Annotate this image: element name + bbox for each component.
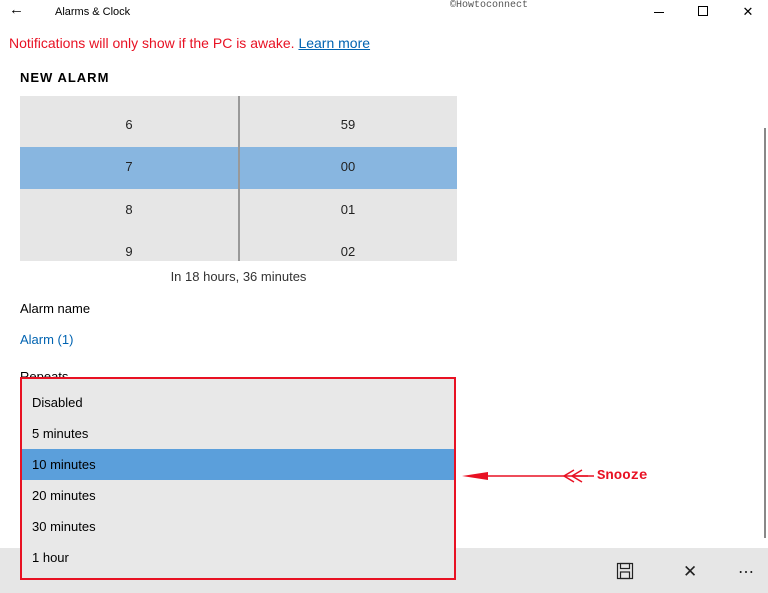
- repeats-label: Repeats: [20, 369, 69, 377]
- time-picker[interactable]: 6 7 8 9 59 00 01 02: [20, 96, 457, 261]
- time-until-alarm: In 18 hours, 36 minutes: [170, 269, 307, 284]
- awake-notice: Notifications will only show if the PC i…: [9, 35, 370, 51]
- maximize-icon[interactable]: [693, 4, 713, 20]
- minimize-icon[interactable]: [649, 4, 669, 20]
- hour-option[interactable]: 6: [20, 117, 238, 132]
- save-icon[interactable]: [616, 562, 634, 585]
- snooze-option[interactable]: Disabled: [22, 387, 454, 418]
- snooze-option[interactable]: 5 minutes: [22, 418, 454, 449]
- snooze-option[interactable]: 1 hour: [22, 542, 454, 573]
- minute-option[interactable]: 59: [239, 117, 457, 132]
- back-arrow-icon[interactable]: ←: [9, 1, 24, 18]
- app-title: Alarms & Clock: [55, 6, 131, 18]
- snooze-option[interactable]: 30 minutes: [22, 511, 454, 542]
- close-icon[interactable]: ✕: [738, 4, 758, 20]
- minute-option[interactable]: 02: [239, 244, 457, 259]
- alarm-name-label: Alarm name: [20, 301, 91, 316]
- hour-option[interactable]: 8: [20, 202, 238, 217]
- hour-option-selected[interactable]: 7: [20, 159, 238, 174]
- hour-option[interactable]: 9: [20, 244, 238, 259]
- section-title: NEW ALARM: [20, 70, 110, 85]
- scrollbar[interactable]: [764, 128, 766, 538]
- snooze-option-selected[interactable]: 10 minutes: [22, 449, 454, 480]
- watermark: ©Howtoconnect: [450, 0, 529, 11]
- minute-option[interactable]: 01: [239, 202, 457, 217]
- notice-text: Notifications will only show if the PC i…: [9, 35, 295, 51]
- minute-option-selected[interactable]: 00: [239, 159, 457, 174]
- snooze-option[interactable]: 20 minutes: [22, 480, 454, 511]
- cancel-icon[interactable]: ✕: [683, 562, 697, 582]
- snooze-dropdown[interactable]: Disabled 5 minutes 10 minutes 20 minutes…: [20, 377, 456, 580]
- snooze-annotation: Snooze: [597, 468, 648, 484]
- learn-more-link[interactable]: Learn more: [298, 35, 370, 51]
- title-bar: ← Alarms & Clock ©Howtoconnect ✕: [0, 0, 768, 24]
- more-icon[interactable]: ⋯: [738, 562, 754, 582]
- alarm-name-field[interactable]: Alarm (1): [20, 332, 73, 347]
